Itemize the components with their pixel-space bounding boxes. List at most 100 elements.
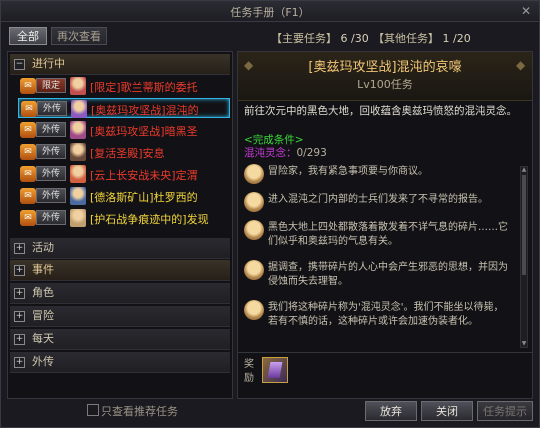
quest-type-badge: 外传 (36, 210, 66, 225)
quest-title: [护石战争痕迹中的]发现 (90, 213, 209, 226)
main-quest-label: 【主要任务】 (271, 32, 337, 45)
category-label: 活动 (32, 241, 54, 254)
condition-item: 混沌灵念： (244, 147, 297, 159)
quest-scroll-icon: ✉ (20, 166, 36, 182)
quest-type-badge: 外传 (36, 144, 66, 159)
quest-type-badge: 外传 (37, 101, 67, 116)
category-label: 事件 (32, 263, 54, 276)
quest-type-badge: 外传 (36, 122, 66, 137)
npc-avatar (70, 165, 86, 183)
quest-title: [德洛斯矿山]杜罗西的 (90, 191, 198, 204)
npc-avatar (244, 300, 264, 320)
expand-icon[interactable]: + (14, 311, 25, 322)
quest-title: [复活圣殿]安息 (90, 147, 165, 160)
tab-all[interactable]: 全部 (9, 27, 47, 45)
recommended-checkbox[interactable] (87, 404, 99, 416)
collapse-icon[interactable]: − (14, 59, 25, 70)
category-label: 外传 (32, 355, 54, 368)
quest-type-badge: 限定 (36, 78, 66, 93)
dialog-text: 冒险家，我有紧急事项要与你商议。 (268, 166, 428, 177)
expand-icon[interactable]: + (14, 357, 25, 368)
reward-item-icon[interactable] (262, 357, 288, 383)
dialog-scrollbar[interactable]: ▲ ▼ (520, 166, 528, 348)
quest-detail-panel: ◆ [奥兹玛攻坚战]混沌的哀嚎 Lv100任务 ◆ 前往次元中的黑色大地，回收蕴… (237, 51, 533, 399)
expand-icon[interactable]: + (14, 334, 25, 345)
category-label: 冒险 (32, 309, 54, 322)
category-daily[interactable]: + 每天 (10, 329, 230, 350)
quest-hint-button[interactable]: 任务提示 (477, 401, 533, 421)
npc-avatar (70, 77, 86, 95)
quest-title: [奥兹玛攻坚战]混沌的哀嚎 (308, 60, 462, 75)
reward-label: 奖励 (244, 359, 254, 384)
dialog-text: 据调查，携带碎片的人心中会产生邪恶的思想，并因为侵蚀而失去理智。 (268, 262, 508, 287)
other-quest-count: 1 /20 (442, 32, 471, 45)
scroll-up-icon[interactable]: ▲ (520, 166, 528, 174)
quest-list-panel: − 进行中 ✉ 限定 [限定]歌兰蒂斯的委托 ✉ 外传 [奥兹玛攻坚战]混沌的 ✉ 外传 [奥兹… (7, 51, 233, 399)
reward-section: 奖励 (238, 352, 532, 399)
category-adventure[interactable]: + 冒险 (10, 306, 230, 327)
npc-avatar (244, 260, 264, 280)
category-in-progress[interactable]: − 进行中 (10, 54, 230, 75)
npc-avatar (244, 220, 264, 240)
close-icon[interactable]: ✕ (521, 4, 531, 18)
scroll-thumb[interactable] (522, 175, 526, 275)
quest-scroll-icon: ✉ (20, 78, 36, 94)
quest-title: [奥兹玛攻坚战]暗黑圣 (90, 125, 198, 138)
quest-title: [云上长安战未央]定渭 (90, 169, 198, 182)
quest-type-badge: 外传 (36, 166, 66, 181)
quest-scroll-icon: ✉ (21, 101, 37, 117)
category-side-story[interactable]: + 外传 (10, 352, 230, 373)
condition-count: 0/293 (296, 147, 327, 159)
quest-row[interactable]: ✉ 外传 [护石战争痕迹中的]发现 (18, 208, 230, 228)
npc-avatar (244, 164, 264, 184)
completion-condition: 混沌灵念：0/293 (244, 145, 327, 160)
expand-icon[interactable]: + (14, 288, 25, 299)
npc-avatar (70, 121, 86, 139)
quest-header: ◆ [奥兹玛攻坚战]混沌的哀嚎 Lv100任务 ◆ (238, 52, 532, 101)
other-quest-counter: 【其他任务】 1 /20 (373, 30, 471, 46)
tab-review[interactable]: 再次查看 (51, 27, 107, 45)
quest-title: [奥兹玛攻坚战]混沌的 (91, 104, 199, 117)
quest-title: [限定]歌兰蒂斯的委托 (90, 81, 198, 94)
close-button[interactable]: 关闭 (421, 401, 473, 421)
npc-avatar (70, 143, 86, 161)
dialog-text: 进入混沌之门内部的士兵们发来了不寻常的报告。 (268, 194, 488, 205)
dialog-text: 黑色大地上四处都散落着散发着不详气息的碎片……它们似乎和奥兹玛的气息有关。 (268, 222, 508, 247)
quest-row[interactable]: ✉ 外传 [云上长安战未央]定渭 (18, 164, 230, 184)
quest-row[interactable]: ✉ 外传 [奥兹玛攻坚战]暗黑圣 (18, 120, 230, 140)
quest-description: 前往次元中的黑色大地，回收蕴含奥兹玛愤怒的混沌灵念。 (244, 105, 517, 117)
category-character[interactable]: + 角色 (10, 283, 230, 304)
chevron-right-icon[interactable]: ◆ (516, 58, 526, 72)
category-label: 每天 (32, 332, 54, 345)
quest-level: Lv100任务 (357, 78, 413, 91)
window-title: 任务手册（F1） (230, 6, 310, 19)
title-bar[interactable]: 任务手册（F1） ✕ (1, 1, 539, 22)
quest-row[interactable]: ✉ 外传 [德洛斯矿山]杜罗西的 (18, 186, 230, 206)
npc-avatar (70, 187, 86, 205)
dialog-log[interactable]: 冒险家，我有紧急事项要与你商议。 进入混沌之门内部的士兵们发来了不寻常的报告。 … (242, 164, 512, 350)
scroll-down-icon[interactable]: ▼ (520, 340, 528, 348)
quest-scroll-icon: ✉ (20, 188, 36, 204)
quest-scroll-icon: ✉ (20, 144, 36, 160)
expand-icon[interactable]: + (14, 243, 25, 254)
expand-icon[interactable]: + (14, 265, 25, 276)
npc-avatar (70, 209, 86, 227)
top-bar: 全部 再次查看 【主要任务】 6 /30 【其他任务】 1 /20 (1, 23, 539, 47)
quest-journal-window: 任务手册（F1） ✕ 全部 再次查看 【主要任务】 6 /30 【其他任务】 1… (0, 0, 540, 428)
category-label: 角色 (32, 286, 54, 299)
category-label: 进行中 (32, 57, 65, 70)
quest-row[interactable]: ✉ 外传 [复活圣殿]安息 (18, 142, 230, 162)
npc-avatar (244, 192, 264, 212)
quest-scroll-icon: ✉ (20, 122, 36, 138)
abandon-button[interactable]: 放弃 (365, 401, 417, 421)
main-quest-count: 6 /30 (340, 32, 369, 45)
quest-row[interactable]: ✉ 外传 [奥兹玛攻坚战]混沌的 (18, 98, 230, 118)
npc-avatar (71, 100, 87, 118)
category-activity[interactable]: + 活动 (10, 238, 230, 259)
dialog-text: 我们将这种碎片称为'混沌灵念'。我们不能坐以待毙，若有不慎的话，这种碎片或许会加… (268, 302, 504, 327)
main-quest-counter: 【主要任务】 6 /30 (271, 30, 369, 46)
other-quest-label: 【其他任务】 (373, 32, 439, 45)
quest-row[interactable]: ✉ 限定 [限定]歌兰蒂斯的委托 (18, 76, 230, 96)
category-event[interactable]: + 事件 (10, 260, 230, 281)
recommended-label: 只查看推荐任务 (101, 405, 178, 418)
